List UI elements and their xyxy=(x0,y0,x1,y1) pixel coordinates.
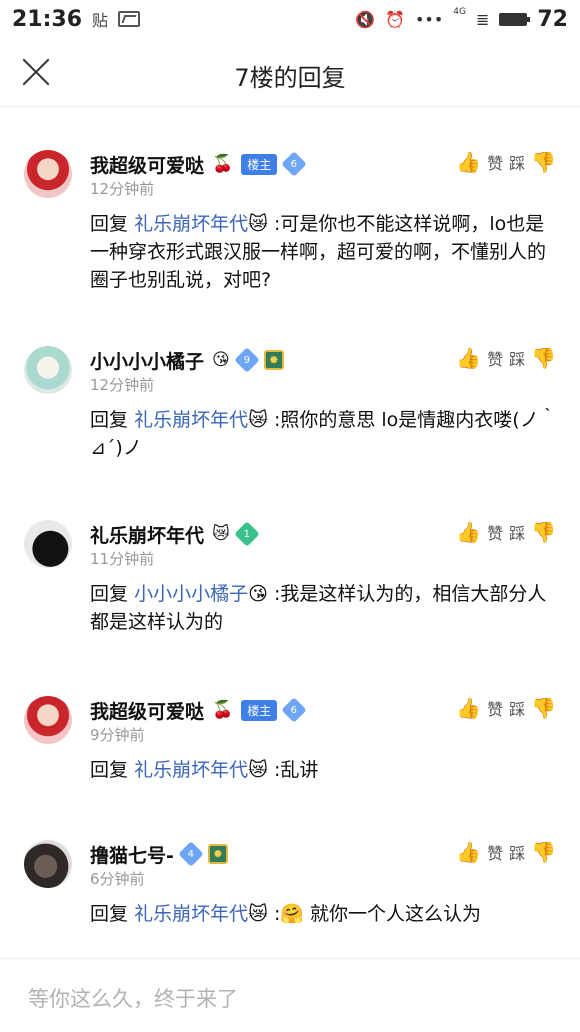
reply-text: 回复 小小小小橘子😘 :我是这样认为的，相信大部分人都是这样认为的 xyxy=(90,580,560,636)
dislike-icon[interactable]: 👎 xyxy=(531,840,556,864)
level-badge: 4 xyxy=(178,841,204,867)
dislike-label[interactable]: 踩 xyxy=(509,840,525,864)
dots-icon: ••• xyxy=(414,9,444,29)
avatar[interactable] xyxy=(24,696,72,744)
time-ago: 6分钟前 xyxy=(90,870,145,888)
avatar[interactable] xyxy=(24,520,72,568)
level-badge: 6 xyxy=(281,151,307,177)
dislike-label[interactable]: 踩 xyxy=(509,150,525,174)
reply-input[interactable]: 等你这么久，终于来了 xyxy=(28,983,238,1013)
like-icon[interactable]: 👍 xyxy=(456,346,481,370)
time-ago: 12分钟前 xyxy=(90,376,155,394)
reply-to-user[interactable]: 礼乐崩坏年代 xyxy=(134,213,248,235)
mute-icon: 🔇 xyxy=(355,9,376,29)
reply-to-emoji: 😘 xyxy=(248,583,268,605)
reply-text: 回复 礼乐崩坏年代😿 :乱讲 xyxy=(90,756,560,784)
medal-icon: ✹ xyxy=(207,844,228,864)
dislike-label[interactable]: 踩 xyxy=(509,696,525,720)
level-badge: 1 xyxy=(234,521,260,547)
user-name[interactable]: 我超级可爱哒 xyxy=(90,697,204,724)
reply-text: 回复 礼乐崩坏年代😿 :🤗 就你一个人这么认为 xyxy=(90,900,560,928)
user-name[interactable]: 小小小小橘子 xyxy=(90,347,204,374)
reply-to-emoji: 😿 xyxy=(248,903,268,925)
like-icon[interactable]: 👍 xyxy=(456,840,481,864)
reply-to-emoji: 😿 xyxy=(248,409,268,431)
user-name[interactable]: 我超级可爱哒 xyxy=(90,151,204,178)
host-badge: 楼主 xyxy=(241,153,278,175)
like-icon[interactable]: 👍 xyxy=(456,150,481,174)
medal-icon: ✹ xyxy=(263,350,284,370)
battery-level: 72 xyxy=(537,6,568,32)
avatar[interactable] xyxy=(24,150,72,198)
reply-to-user[interactable]: 礼乐崩坏年代 xyxy=(134,903,248,925)
reply-input-bar: 等你这么久，终于来了 xyxy=(0,958,580,1032)
like-icon[interactable]: 👍 xyxy=(456,520,481,544)
reply-to-user[interactable]: 小小小小橘子 xyxy=(134,583,248,605)
alarm-icon: ⏰ xyxy=(385,9,405,29)
crying-cat-emoji: 😿 xyxy=(212,524,230,544)
network-type: 4G xyxy=(453,7,466,17)
kiss-emoji: 😘 xyxy=(212,350,230,370)
like-label[interactable]: 赞 xyxy=(487,696,503,720)
reply-prefix: 回复 xyxy=(90,759,129,781)
level-badge: 6 xyxy=(281,697,307,723)
reply-prefix: 回复 xyxy=(90,583,129,605)
like-label[interactable]: 赞 xyxy=(487,150,503,174)
dislike-icon[interactable]: 👎 xyxy=(531,520,556,544)
reply-prefix: 回复 xyxy=(90,409,129,431)
user-name[interactable]: 撸猫七号- xyxy=(90,841,174,868)
reply-to-emoji: 😿 xyxy=(248,213,268,235)
dislike-icon[interactable]: 👎 xyxy=(531,696,556,720)
reply-text: 回复 礼乐崩坏年代😿 :可是你也不能这样说啊，lo也是一种穿衣形式跟汉服一样啊，… xyxy=(90,210,560,294)
like-label[interactable]: 赞 xyxy=(487,346,503,370)
like-icon[interactable]: 👍 xyxy=(456,696,481,720)
like-label[interactable]: 赞 xyxy=(487,520,503,544)
avatar[interactable] xyxy=(24,840,72,888)
reply-content: :乱讲 xyxy=(273,759,319,781)
status-time: 21:36 xyxy=(12,6,83,32)
cherry-emoji: 🍒 xyxy=(212,154,234,174)
reply-text: 回复 礼乐崩坏年代😿 :照你的意思 lo是情趣内衣喽(ノ｀⊿´)ノ xyxy=(90,406,560,462)
reply-content: :🤗 就你一个人这么认为 xyxy=(273,903,482,925)
reply-to-user[interactable]: 礼乐崩坏年代 xyxy=(134,409,248,431)
signal-icon: ≣ xyxy=(475,9,490,29)
dislike-label[interactable]: 踩 xyxy=(509,520,525,544)
time-ago: 11分钟前 xyxy=(90,550,155,568)
time-ago: 12分钟前 xyxy=(90,180,155,198)
status-bar: 21:36 贴 🔇 ⏰ ••• 4G ≣ 72 xyxy=(0,0,580,38)
reply-prefix: 回复 xyxy=(90,213,129,235)
host-badge: 楼主 xyxy=(241,699,278,721)
like-label[interactable]: 赞 xyxy=(487,840,503,864)
header: 7楼的回复 xyxy=(0,38,580,107)
avatar[interactable] xyxy=(24,346,72,394)
dislike-label[interactable]: 踩 xyxy=(509,346,525,370)
gallery-icon xyxy=(118,11,141,27)
paste-indicator: 贴 xyxy=(92,11,109,30)
reply-to-user[interactable]: 礼乐崩坏年代 xyxy=(134,759,248,781)
cherry-emoji: 🍒 xyxy=(212,700,234,720)
reply-prefix: 回复 xyxy=(90,903,129,925)
battery-icon xyxy=(499,12,531,26)
time-ago: 9分钟前 xyxy=(90,726,145,744)
level-badge: 9 xyxy=(234,347,260,373)
dislike-icon[interactable]: 👎 xyxy=(531,150,556,174)
dislike-icon[interactable]: 👎 xyxy=(531,346,556,370)
page-title: 7楼的回复 xyxy=(234,64,346,92)
user-name[interactable]: 礼乐崩坏年代 xyxy=(90,521,204,548)
reply-to-emoji: 😿 xyxy=(248,759,268,781)
